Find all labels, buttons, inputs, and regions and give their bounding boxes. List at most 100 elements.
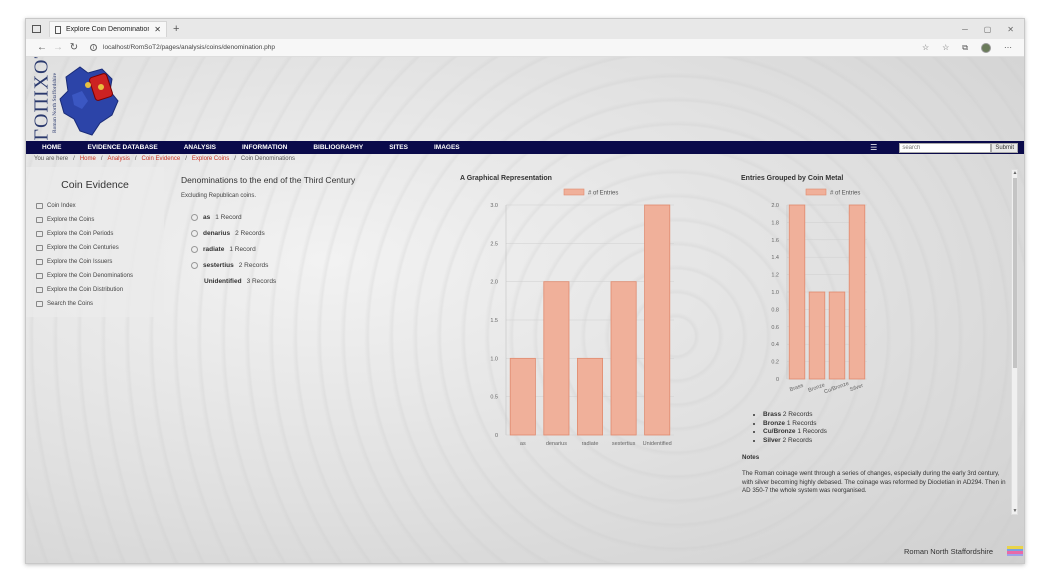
breadcrumb-separator: / — [73, 156, 75, 162]
legend-label: # of Entries — [830, 191, 860, 197]
bar — [644, 204, 671, 436]
more-icon[interactable]: ⋯ — [1004, 43, 1012, 52]
metal-name: Cu/Bronze — [763, 428, 796, 435]
window-menu-icon[interactable] — [32, 25, 41, 33]
close-window-icon[interactable]: ✕ — [1007, 25, 1014, 34]
info-icon[interactable] — [191, 245, 198, 253]
menu-analysis[interactable]: ANALYSIS — [171, 144, 229, 151]
denomination-name: Unidentified — [204, 277, 242, 285]
sidebar-item-search-coins[interactable]: Search the Coins — [26, 297, 164, 311]
maximize-icon[interactable]: ▢ — [984, 25, 992, 34]
denomination-count: 2 Records — [238, 261, 269, 269]
y-tick-label: 1.0 — [490, 356, 498, 362]
sidebar-item-coin-distribution[interactable]: Explore the Coin Distribution — [26, 283, 164, 297]
logo-title: ΓΟΠΙΧΟΤ — [30, 57, 53, 141]
page-icon — [36, 273, 43, 279]
breadcrumb-separator: / — [100, 156, 103, 162]
bar — [509, 357, 536, 436]
scroll-up-icon[interactable]: ▲ — [1012, 170, 1018, 176]
y-tick-label: 3.0 — [490, 203, 498, 209]
page-icon — [55, 25, 61, 34]
y-tick-label: 1.2 — [771, 273, 779, 279]
info-icon[interactable] — [191, 261, 198, 269]
browser-window: Explore Coin Denominations ✕ + ─ ▢ ✕ ← →… — [25, 18, 1025, 564]
breadcrumb-coin-evidence[interactable]: Coin Evidence — [142, 156, 181, 162]
footer-brand: Roman North Staffordshire — [904, 547, 994, 556]
search-input[interactable] — [899, 142, 992, 153]
sidebar-item-coin-issuers[interactable]: Explore the Coin Issuers — [26, 255, 164, 269]
y-tick-label: 0 — [776, 377, 779, 383]
favorites-icon[interactable]: ☆ — [942, 43, 949, 52]
new-tab-button[interactable]: + — [173, 23, 179, 35]
back-icon[interactable]: ← — [34, 42, 50, 53]
collections-icon[interactable]: ⧉ — [962, 43, 968, 53]
profile-avatar[interactable] — [981, 42, 991, 53]
y-tick-label: 0.6 — [771, 325, 779, 331]
x-tick-label: Silver — [849, 383, 864, 393]
info-icon[interactable] — [191, 213, 198, 221]
menu-home[interactable]: HOME — [26, 144, 75, 151]
denomination-row[interactable]: denarius 2 Records — [181, 225, 451, 241]
denomination-count: 3 Records — [246, 277, 277, 285]
breadcrumb-home[interactable]: Home — [80, 156, 96, 162]
y-tick-label: 1.8 — [771, 220, 779, 226]
url-field[interactable]: i localhost/RomSoT2/pages/analysis/coins… — [82, 41, 922, 54]
y-tick-label: 0.4 — [771, 342, 779, 348]
breadcrumb-prefix: You are here — [34, 156, 69, 162]
main-menu: HOME EVIDENCE DATABASE ANALYSIS INFORMAT… — [26, 141, 1024, 154]
scrollbar-thumb[interactable] — [1013, 178, 1017, 368]
browser-tab[interactable]: Explore Coin Denominations ✕ — [49, 21, 167, 37]
sidebar-item-coin-index[interactable]: Coin Index — [26, 199, 164, 213]
x-tick-label: Cu/Bronze — [823, 381, 849, 396]
bar — [577, 357, 604, 436]
breadcrumb-separator: / — [234, 156, 236, 162]
minimize-icon[interactable]: ─ — [962, 25, 968, 34]
denomination-name: radiate — [203, 245, 225, 253]
menu-sites[interactable]: SITES — [376, 144, 421, 151]
page-icon — [36, 217, 43, 223]
sidebar-item-coin-denominations[interactable]: Explore the Coin Denominations — [26, 269, 164, 283]
site-info-icon[interactable]: i — [90, 44, 97, 51]
denomination-row[interactable]: radiate 1 Record — [181, 241, 451, 257]
sidebar-item-coin-periods[interactable]: Explore the Coin Periods — [26, 227, 164, 241]
y-tick-label: 1.5 — [490, 318, 498, 324]
denomination-row[interactable]: sestertius 2 Records — [181, 257, 451, 273]
menu-information[interactable]: INFORMATION — [229, 144, 300, 151]
tab-strip: Explore Coin Denominations ✕ + ─ ▢ ✕ — [26, 19, 1024, 39]
site-logo[interactable]: ΓΟΠΙΧΟΤ Roman North Staffordshire — [30, 57, 140, 141]
menu-evidence-database[interactable]: EVIDENCE DATABASE — [75, 144, 171, 151]
metal-list: Brass 2 Records Bronze 1 Records Cu/Bron… — [753, 411, 827, 445]
scroll-down-icon[interactable]: ▼ — [1012, 508, 1018, 514]
y-tick-label: 1.0 — [771, 290, 779, 296]
bar — [543, 281, 570, 436]
info-icon[interactable] — [191, 229, 198, 237]
x-tick-label: denarius — [546, 441, 567, 447]
breadcrumb-explore-coins[interactable]: Explore Coins — [192, 156, 229, 162]
menu-bibliography[interactable]: BIBLIOGRAPHY — [300, 144, 376, 151]
y-tick-label: 0.8 — [771, 307, 779, 313]
breadcrumb-analysis[interactable]: Analysis — [108, 156, 130, 162]
y-tick-label: 1.4 — [771, 255, 779, 261]
refresh-icon[interactable]: ↻ — [66, 42, 82, 53]
close-tab-icon[interactable]: ✕ — [154, 25, 161, 34]
metal-bar-chart: # of Entries 0 0.2 0.4 0.6 0.8 1.0 1.2 1.4 1.6 1.8… — [771, 188, 867, 396]
y-tick-label: 0.5 — [490, 395, 498, 401]
read-aloud-icon[interactable]: ☆ — [922, 43, 929, 52]
denominations-panel: Denominations to the end of the Third Ce… — [181, 175, 451, 289]
sidebar-item-coin-centuries[interactable]: Explore the Coin Centuries — [26, 241, 164, 255]
denominations-title: Denominations to the end of the Third Ce… — [181, 175, 356, 185]
list-item: Bronze 1 Records — [763, 420, 827, 429]
legend-swatch — [805, 188, 827, 196]
denomination-row[interactable]: as 1 Record — [181, 209, 451, 225]
sidebar-item-label: Explore the Coin Denominations — [47, 273, 134, 279]
sidebar-item-explore-coins[interactable]: Explore the Coins — [26, 213, 164, 227]
scrollbar[interactable]: ▲ ▼ — [1011, 169, 1018, 515]
x-tick-label: Unidentified — [643, 441, 672, 447]
menu-images[interactable]: IMAGES — [421, 144, 473, 151]
forward-icon[interactable]: → — [50, 42, 66, 53]
search-submit-button[interactable]: Submit — [991, 142, 1018, 153]
tab-title: Explore Coin Denominations — [66, 26, 150, 33]
hamburger-icon[interactable]: ☰ — [870, 143, 877, 152]
metal-chart-panel: Entries Grouped by Coin Metal # of Entri… — [741, 175, 891, 405]
x-tick-label: sestertius — [612, 441, 636, 447]
